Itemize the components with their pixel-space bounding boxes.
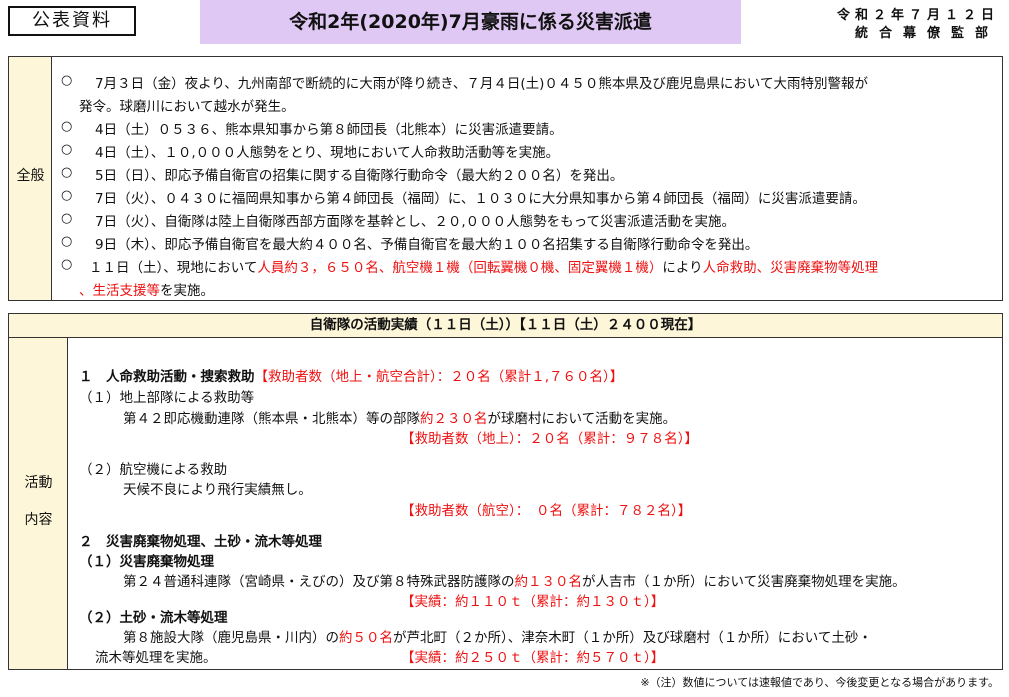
- overview-side-label: 全般: [16, 168, 45, 184]
- overview-item-6: 7日（火）、自衛隊は陸上自衛隊西部方面隊を基幹とし、２０,０００人態勢をもって災…: [95, 214, 735, 230]
- overview-item-5: 7日（火）、０４３０に福岡県知事から第４師団長（福岡）に、１０３０に大分県知事か…: [95, 191, 866, 207]
- bullet-icon: ○: [61, 142, 73, 157]
- activity-section: 自衛隊の活動実績（１１日（土））【１１日（土）２４００現在】 活動 内容 １ 人…: [8, 313, 1003, 670]
- bullet-icon: ○: [61, 211, 73, 226]
- rescue-heading: １ 人命救助活動・捜索救助【救助者数（地上・航空合計）：２０名（累計１,７６０名…: [79, 365, 623, 385]
- overview-item-8-personnel: 人員約３，６５０名、航空機１機（回転翼機０機、固定翼機１機）: [257, 260, 663, 276]
- activity-heading: 自衛隊の活動実績（１１日（土））【１１日（土）２４００現在】: [9, 314, 1002, 338]
- overview-item-3: 4日（土）、１０,０００人態勢をとり、現地において人命救助活動等を実施。: [95, 145, 560, 161]
- overview-item-8-text: １１日（土）、現地において: [89, 260, 258, 276]
- public-document-label: 公表資料: [8, 6, 136, 36]
- overview-item-8-cont: 、生活支援等を実施。: [79, 279, 214, 299]
- ground-rescue-tail: が球磨村において活動を実施。: [487, 411, 677, 427]
- ground-rescue-personnel: 約２３０名: [420, 411, 488, 427]
- bullet-icon: ○: [61, 188, 73, 203]
- debris-disposal-unit: 第８施設大隊（鹿児島県・川内）の: [123, 630, 339, 646]
- air-rescue-text: 天候不良により飛行実績無し。: [123, 482, 312, 498]
- overview-section: 全般 ○ 7月３日（金）夜より、九州南部で断続的に大雨が降り続き、７月４日(土)…: [8, 56, 1003, 301]
- overview-item-1: 7月３日（金）夜より、九州南部で断続的に大雨が降り続き、７月４日(土)０４５０熊…: [95, 76, 868, 92]
- waste-disposal-text: 第２４普通科連隊（宮崎県・えびの）及び第８特殊武器防護隊の約１３０名が人吉市（１…: [123, 570, 906, 590]
- air-rescue-result: 【救助者数（航空）： ０名（累計：７８２名）】: [401, 503, 692, 519]
- issuing-organization: 統合幕僚監部: [854, 26, 999, 41]
- overview-item-8-text-2: により: [662, 260, 703, 276]
- overview-item-8-activities-2: 、生活支援等: [79, 283, 160, 299]
- debris-disposal-tail: が芦北町（２か所）、津奈木町（１か所）及び球磨村（１か所）において土砂・: [393, 630, 872, 646]
- bullet-icon: ○: [61, 234, 73, 249]
- ground-rescue-unit: 第４２即応機動連隊（熊本県・北熊本）等の部隊: [123, 411, 420, 427]
- ground-rescue-text: 第４２即応機動連隊（熊本県・北熊本）等の部隊約２３０名が球磨村において活動を実施…: [123, 407, 676, 427]
- debris-disposal-title: （２）土砂・流木等処理: [79, 610, 228, 626]
- issue-date: 令和２年７月１２日: [836, 8, 999, 23]
- footnote: ※（注）数値については速報値であり、今後変更となる場合があります。: [640, 676, 999, 689]
- waste-disposal-title: （１）災害廃棄物処理: [79, 554, 214, 570]
- activity-side-label-1: 活動: [24, 475, 53, 491]
- ground-rescue-result: 【救助者数（地上）：２０名（累計：９７８名）】: [401, 431, 698, 447]
- waste-disposal-unit: 第２４普通科連隊（宮崎県・えびの）及び第８特殊武器防護隊の: [123, 574, 515, 590]
- debris-disposal-personnel: 約５０名: [339, 630, 393, 646]
- activity-side-panel: [9, 338, 68, 669]
- overview-item-7: 9日（木）、即応予備自衛官を最大約４００名、予備自衛官を最大約１００名招集する自…: [95, 237, 759, 253]
- air-rescue-title: （２）航空機による救助: [79, 462, 228, 478]
- page-title: 令和2年(2020年)7月豪雨に係る災害派遣: [200, 0, 741, 44]
- bullet-icon: ○: [61, 73, 73, 88]
- bullet-icon: ○: [61, 119, 73, 134]
- overview-item-8-activities: 人命救助、災害廃棄物等処理: [702, 260, 879, 276]
- waste-disposal-personnel: 約１３０名: [514, 574, 583, 590]
- overview-item-8: １１日（土）、現地において人員約３，６５０名、航空機１機（回転翼機０機、固定翼機…: [89, 256, 878, 276]
- debris-disposal-text-cont: 流木等処理を実施。: [95, 650, 217, 666]
- bullet-icon: ○: [61, 257, 73, 272]
- activity-side-label-2: 内容: [24, 512, 53, 528]
- debris-disposal-result: 【実績：約２５０ｔ（累計：約５７０ｔ）】: [401, 650, 665, 666]
- waste-disposal-tail: が人吉市（１か所）において災害廃棄物処理を実施。: [582, 574, 906, 590]
- overview-item-1-cont: 発令。球磨川において越水が発生。: [79, 99, 295, 115]
- waste-disposal-result: 【実績：約１１０ｔ（累計：約１３０ｔ）】: [401, 594, 665, 610]
- rescue-title: １ 人命救助活動・捜索救助: [79, 369, 255, 385]
- bullet-icon: ○: [61, 165, 73, 180]
- ground-rescue-title: （１）地上部隊による救助等: [79, 390, 255, 406]
- overview-item-4: 5日（日）、即応予備自衛官の招集に関する自衛隊行動命令（最大約２００名）を発出。: [95, 168, 624, 184]
- debris-disposal-text: 第８施設大隊（鹿児島県・川内）の約５０名が芦北町（２か所）、津奈木町（１か所）及…: [123, 626, 872, 646]
- overview-item-2: 4日（土）０５３６、熊本県知事から第８師団長（北熊本）に災害派遣要請。: [95, 122, 563, 138]
- rescue-total: 【救助者数（地上・航空合計）：２０名（累計１,７６０名）】: [254, 369, 624, 385]
- disposal-heading: ２ 災害廃棄物処理、土砂・流木等処理: [79, 534, 322, 550]
- overview-item-8-tail: を実施。: [160, 283, 214, 299]
